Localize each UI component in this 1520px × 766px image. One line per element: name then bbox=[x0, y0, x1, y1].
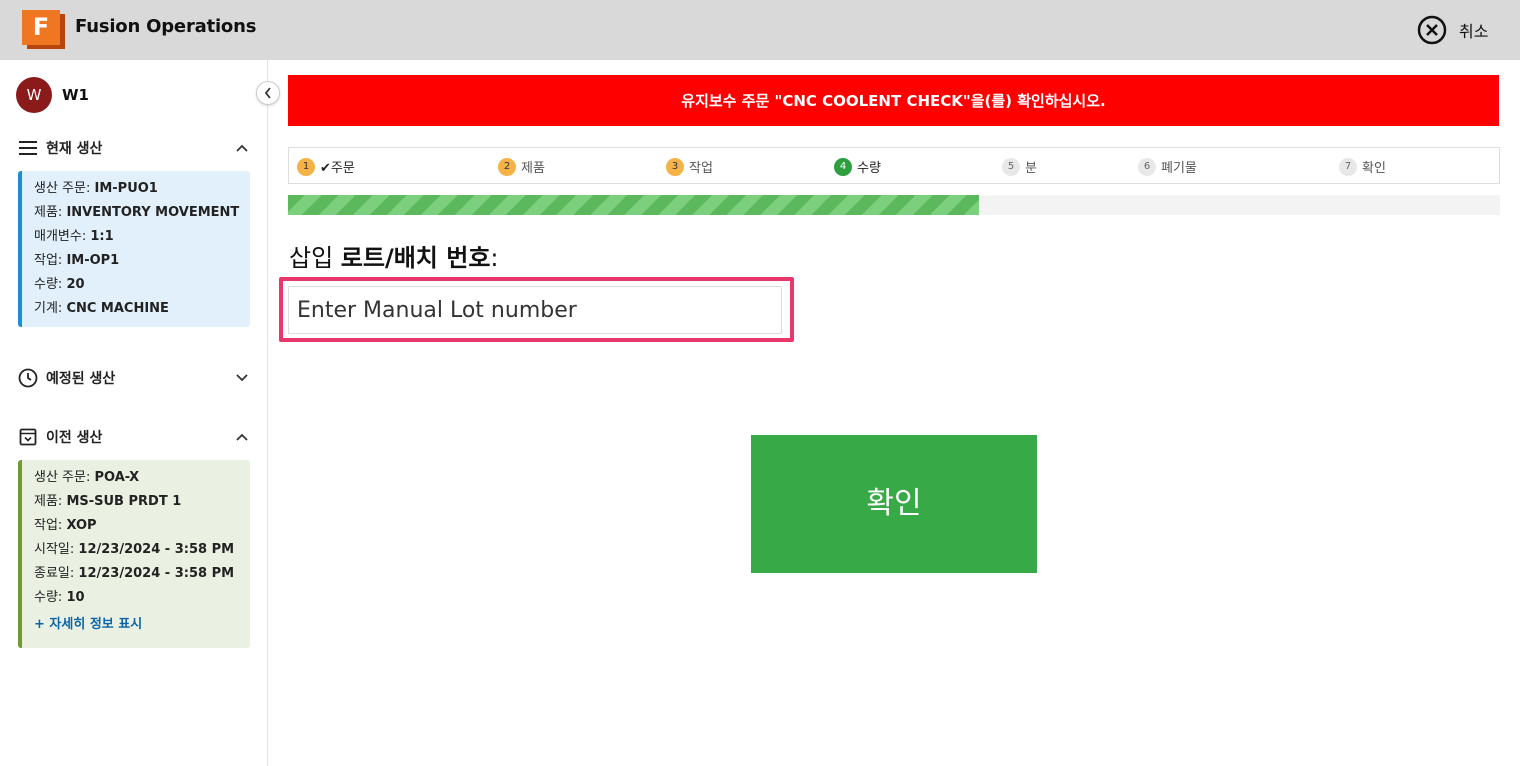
info-row: 시작일: 12/23/2024 - 3:58 PM bbox=[34, 542, 235, 557]
progress-bar bbox=[288, 195, 1500, 215]
collapse-sidebar-button[interactable] bbox=[256, 81, 280, 105]
step-label: 확인 bbox=[1362, 161, 1386, 176]
cancel-button[interactable]: 취소 bbox=[1417, 14, 1488, 46]
step-number: 2 bbox=[498, 157, 516, 176]
step-indicator: 1 ✔주문 2 제품 3 작업 4 수량 5 분 6 폐기물 7 확인 bbox=[288, 147, 1500, 184]
show-more-details-link[interactable]: + 자세히 정보 표시 bbox=[34, 613, 250, 637]
info-row: 매개변수: 1:1 bbox=[34, 229, 114, 244]
step-quantity[interactable]: 4 수량 bbox=[834, 157, 881, 176]
clock-icon bbox=[18, 368, 38, 388]
step-label: 수량 bbox=[857, 161, 881, 176]
chevron-up-icon bbox=[236, 430, 248, 444]
step-operation[interactable]: 3 작업 bbox=[666, 157, 713, 176]
step-number: 6 bbox=[1138, 157, 1156, 176]
lot-number-input[interactable] bbox=[288, 286, 782, 334]
sidebar: W W1 현재 생산 생산 주문: IM-PUO1 제품: INVENTORY … bbox=[0, 60, 268, 766]
cancel-label: 취소 bbox=[1459, 22, 1489, 41]
step-order[interactable]: 1 ✔주문 bbox=[297, 157, 355, 176]
info-row: 기계: CNC MACHINE bbox=[34, 301, 169, 316]
top-bar: F Fusion Operations 취소 bbox=[0, 0, 1520, 60]
fusion-logo-icon: F bbox=[22, 10, 65, 49]
maintenance-banner: 유지보수 주문 "CNC COOLENT CHECK"을(를) 확인하십시오. bbox=[288, 75, 1499, 126]
chevron-down-icon bbox=[236, 371, 248, 385]
step-label: 제품 bbox=[521, 161, 545, 176]
progress-fill bbox=[288, 195, 979, 215]
step-number: 5 bbox=[1002, 157, 1020, 176]
current-production-card: 생산 주문: IM-PUO1 제품: INVENTORY MOVEMENT 매개… bbox=[18, 171, 250, 327]
scheduled-production-title: 예정된 생산 bbox=[46, 371, 116, 387]
app-title: Fusion Operations bbox=[75, 16, 257, 37]
step-label: 폐기물 bbox=[1161, 161, 1197, 176]
info-row: 생산 주문: POA-X bbox=[34, 470, 140, 485]
user-name: W1 bbox=[62, 86, 89, 104]
step-number: 1 bbox=[297, 157, 315, 176]
current-production-title: 현재 생산 bbox=[46, 141, 103, 157]
user-info: W W1 bbox=[16, 77, 89, 113]
step-label: ✔주문 bbox=[320, 161, 355, 176]
step-waste[interactable]: 6 폐기물 bbox=[1138, 157, 1197, 176]
step-number: 4 bbox=[834, 157, 852, 176]
logo-letter: F bbox=[22, 10, 60, 45]
step-minutes[interactable]: 5 분 bbox=[1002, 157, 1037, 176]
menu-lines-icon bbox=[18, 138, 38, 158]
avatar[interactable]: W bbox=[16, 77, 52, 113]
info-row: 작업: IM-OP1 bbox=[34, 253, 120, 268]
current-production-header[interactable]: 현재 생산 bbox=[18, 137, 250, 159]
scheduled-production-header[interactable]: 예정된 생산 bbox=[18, 367, 250, 389]
close-circle-icon bbox=[1417, 15, 1447, 45]
archive-icon bbox=[18, 427, 38, 447]
info-row: 제품: INVENTORY MOVEMENT bbox=[34, 205, 240, 220]
previous-production-card: 생산 주문: POA-X 제품: MS-SUB PRDT 1 작업: XOP 시… bbox=[18, 460, 250, 648]
step-label: 분 bbox=[1025, 161, 1037, 176]
prompt-suffix: : bbox=[490, 244, 499, 272]
step-number: 3 bbox=[666, 157, 684, 176]
step-product[interactable]: 2 제품 bbox=[498, 157, 545, 176]
step-confirm[interactable]: 7 확인 bbox=[1339, 157, 1386, 176]
previous-production-header[interactable]: 이전 생산 bbox=[18, 426, 250, 448]
step-number: 7 bbox=[1339, 157, 1357, 176]
chevron-left-icon bbox=[264, 87, 271, 99]
previous-production-title: 이전 생산 bbox=[46, 430, 103, 446]
confirm-button[interactable]: 확인 bbox=[751, 435, 1037, 573]
step-label: 작업 bbox=[689, 161, 713, 176]
info-row: 종료일: 12/23/2024 - 3:58 PM bbox=[34, 566, 235, 581]
info-row: 수량: 20 bbox=[34, 277, 85, 292]
info-row: 작업: XOP bbox=[34, 518, 97, 533]
prompt-strong: 로트/배치 번호 bbox=[340, 244, 491, 272]
prompt-prefix: 삽입 bbox=[289, 244, 341, 272]
info-row: 생산 주문: IM-PUO1 bbox=[34, 181, 158, 196]
lot-prompt: 삽입 로트/배치 번호: bbox=[289, 238, 499, 273]
chevron-up-icon bbox=[236, 141, 248, 155]
info-row: 수량: 10 bbox=[34, 590, 85, 605]
info-row: 제품: MS-SUB PRDT 1 bbox=[34, 494, 182, 509]
